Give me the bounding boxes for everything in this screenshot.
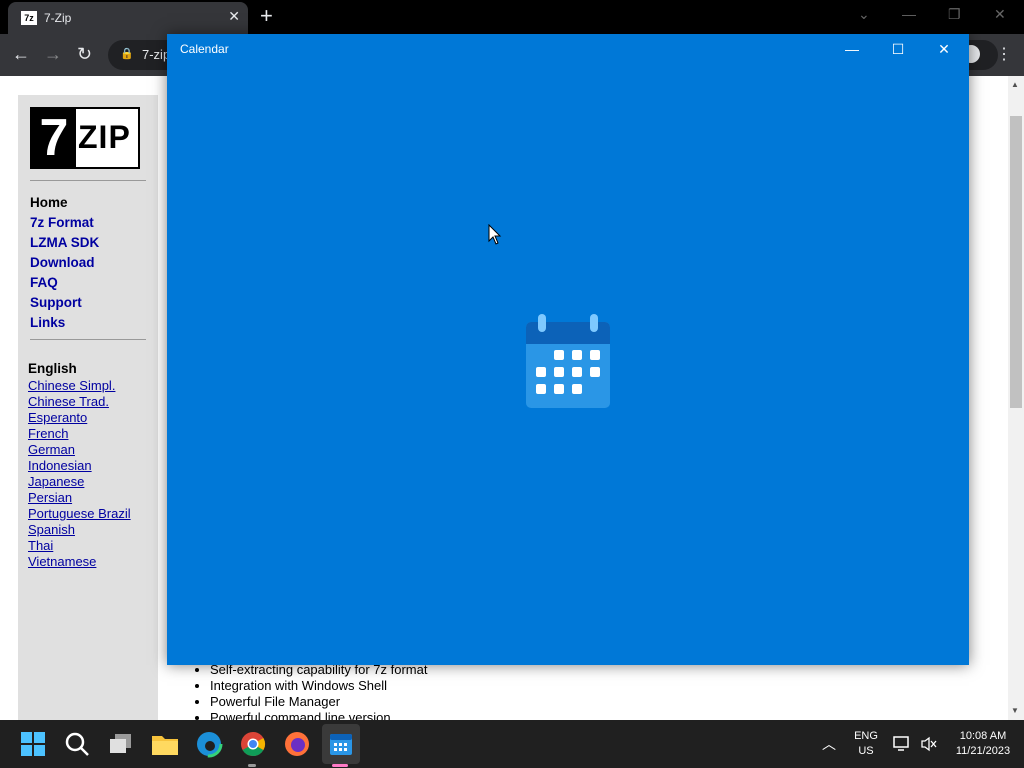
volume-muted-icon[interactable]: [920, 735, 938, 753]
chrome-icon[interactable]: [237, 728, 269, 760]
taskbar: ︿ ENG US 10:08 AM 11/21/2023: [0, 720, 1024, 768]
language-link[interactable]: Esperanto: [28, 410, 131, 426]
browser-tab[interactable]: 7z 7-Zip ✕: [8, 2, 248, 34]
calendar-window-title: Calendar: [180, 42, 229, 56]
menu-download[interactable]: Download: [30, 253, 99, 273]
clock-date: 11/21/2023: [955, 745, 1011, 757]
site-logo[interactable]: 7 ZIP: [30, 107, 140, 169]
tab-search-icon[interactable]: ⌄: [858, 6, 870, 23]
firefox-icon[interactable]: [281, 728, 313, 760]
mouse-cursor-icon: [488, 224, 502, 245]
menu-icon[interactable]: ⋮: [996, 44, 1012, 64]
task-view-icon[interactable]: [105, 728, 137, 760]
divider: [30, 180, 146, 181]
browser-restore-icon[interactable]: ❐: [948, 6, 961, 23]
minimize-icon[interactable]: —: [829, 38, 875, 60]
start-icon[interactable]: [17, 728, 49, 760]
browser-tabstrip: 7z 7-Zip ✕ + ⌄ — ❐ ✕: [0, 0, 1024, 34]
file-explorer-icon[interactable]: [149, 728, 181, 760]
chevron-up-icon[interactable]: ︿: [822, 734, 836, 754]
language-link[interactable]: Thai: [28, 538, 131, 554]
tab-title: 7-Zip: [44, 11, 72, 25]
region-code: US: [858, 745, 874, 757]
language-list: Chinese Simpl. Chinese Trad. Esperanto F…: [28, 378, 131, 570]
network-icon[interactable]: [892, 735, 912, 753]
language-heading: English: [28, 361, 77, 376]
tab-close-icon[interactable]: ✕: [228, 8, 240, 25]
edge-icon[interactable]: [193, 728, 225, 760]
menu-7z-format[interactable]: 7z Format: [30, 213, 99, 233]
back-icon[interactable]: ←: [12, 44, 30, 65]
feature-list: Self-extracting capability for 7z format…: [210, 662, 427, 726]
menu-faq[interactable]: FAQ: [30, 273, 99, 293]
clock-time: 10:08 AM: [959, 730, 1007, 742]
scroll-down-icon[interactable]: ▼: [1011, 706, 1019, 715]
logo-zip: ZIP: [78, 119, 131, 155]
tab-favicon: 7z: [21, 11, 37, 25]
language-link[interactable]: Portuguese Brazil: [28, 506, 131, 522]
menu-lzma-sdk[interactable]: LZMA SDK: [30, 233, 99, 253]
site-sidebar: 7 ZIP Home 7z Format LZMA SDK Download F…: [18, 95, 158, 720]
divider: [30, 339, 146, 340]
language-link[interactable]: German: [28, 442, 131, 458]
language-link[interactable]: Chinese Simpl.: [28, 378, 131, 394]
language-indicator[interactable]: ENG US: [852, 730, 880, 757]
menu-home[interactable]: Home: [30, 193, 99, 213]
browser-minimize-icon[interactable]: —: [902, 6, 916, 22]
logo-seven: 7: [32, 109, 76, 167]
language-link[interactable]: Indonesian: [28, 458, 131, 474]
maximize-icon[interactable]: ☐: [875, 38, 921, 60]
calendar-window[interactable]: Calendar — ☐ ✕: [167, 34, 969, 665]
browser-close-icon[interactable]: ✕: [994, 6, 1006, 23]
scroll-up-icon[interactable]: ▲: [1011, 80, 1019, 89]
url-text: 7-zip: [142, 47, 171, 62]
list-item: Integration with Windows Shell: [210, 678, 427, 694]
site-menu: Home 7z Format LZMA SDK Download FAQ Sup…: [30, 193, 99, 333]
forward-icon[interactable]: →: [44, 44, 62, 65]
chrome-running-indicator: [248, 764, 256, 767]
reload-icon[interactable]: ↻: [77, 44, 92, 65]
language-code: ENG: [854, 730, 878, 742]
language-link[interactable]: Vietnamese: [28, 554, 131, 570]
page-scrollbar[interactable]: ▲ ▼: [1008, 76, 1024, 720]
language-link[interactable]: Chinese Trad.: [28, 394, 131, 410]
language-link[interactable]: Japanese: [28, 474, 131, 490]
clock[interactable]: 10:08 AM 11/21/2023: [948, 730, 1018, 757]
close-icon[interactable]: ✕: [921, 38, 967, 60]
lock-icon[interactable]: 🔒: [120, 47, 134, 60]
language-link[interactable]: Persian: [28, 490, 131, 506]
calendar-splash-icon: [526, 314, 610, 408]
language-link[interactable]: French: [28, 426, 131, 442]
list-item: Powerful File Manager: [210, 694, 427, 710]
language-link[interactable]: Spanish: [28, 522, 131, 538]
menu-support[interactable]: Support: [30, 293, 99, 313]
new-tab-icon[interactable]: +: [260, 4, 273, 28]
calendar-active-indicator: [332, 764, 348, 767]
calendar-icon[interactable]: [325, 728, 357, 760]
menu-links[interactable]: Links: [30, 313, 99, 333]
search-icon[interactable]: [61, 728, 93, 760]
scrollbar-thumb[interactable]: [1010, 116, 1022, 408]
